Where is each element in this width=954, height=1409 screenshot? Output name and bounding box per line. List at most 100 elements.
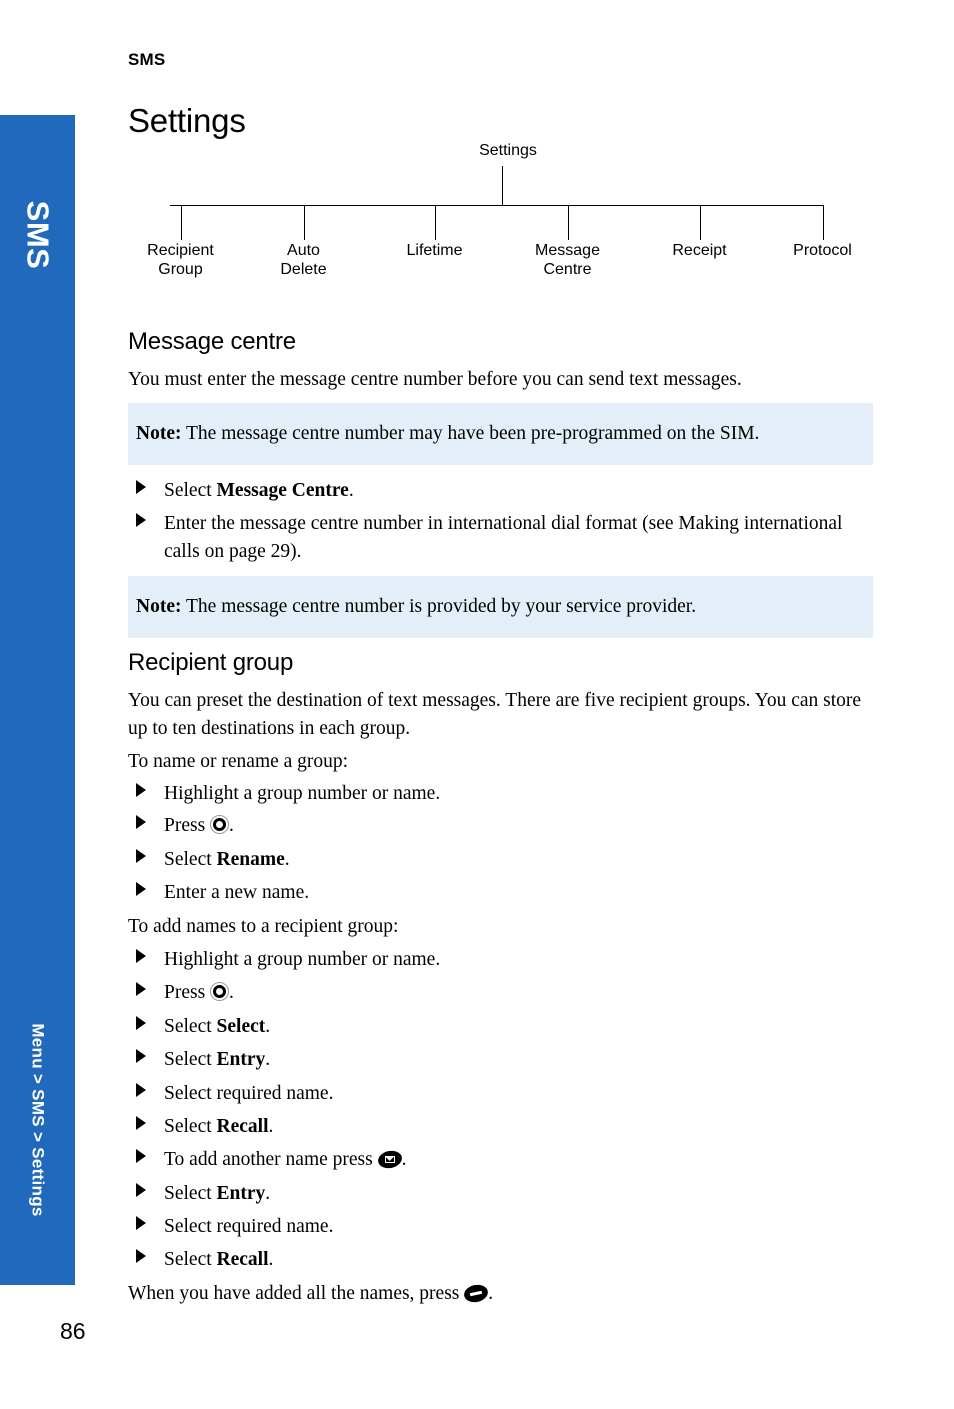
chapter-tab-label-wrap: SMS (0, 145, 75, 325)
tree-leaf-label-line2: Delete (280, 261, 327, 278)
tree-leaf-label-line1: Protocol (793, 242, 852, 259)
step-text-bold: Recall (216, 1116, 269, 1137)
note-label: Note: (136, 423, 182, 444)
step-text-pre: Select required name. (164, 1216, 334, 1237)
message-centre-intro-paragraph: You must enter the message centre number… (128, 369, 742, 390)
tree-leaf-label-line1: Recipient (147, 242, 214, 259)
tree-leaf-label: Message Centre (535, 241, 600, 279)
page-number: 86 (60, 1318, 86, 1344)
page-title: Settings (128, 102, 246, 139)
closing-paragraph: When you have added all the names, press… (128, 1280, 876, 1308)
step-text-post: . (268, 1116, 274, 1137)
step-text-pre: Select (164, 849, 217, 870)
step-text-bold: Recall (216, 1249, 269, 1270)
tree-root-label: Settings (479, 142, 537, 159)
tree-drop-line (180, 205, 182, 240)
envelope-key-icon (376, 1148, 404, 1171)
step-add-another-name: To add another name press . (128, 1146, 876, 1174)
step-text-pre: Press (164, 815, 211, 836)
bullet-arrow-icon (136, 882, 146, 896)
step-select-recall-2: Select Recall. (128, 1246, 876, 1274)
step-text-pre: Select (164, 1049, 217, 1070)
step-text-pre: Select (164, 1116, 217, 1137)
bullet-arrow-icon (136, 849, 146, 863)
step-enter-new-name: Enter a new name. (128, 879, 876, 907)
bullet-arrow-icon (136, 1083, 146, 1097)
bullet-arrow-icon (136, 1049, 146, 1063)
tree-leaf-label-line2: Centre (543, 261, 592, 278)
nav-key-icon (210, 815, 230, 834)
nav-key-icon (210, 982, 230, 1001)
bullet-arrow-icon (136, 1149, 146, 1163)
chapter-side-tab: SMS Menu > SMS > Settings (0, 115, 75, 1285)
step-select-entry-2: Select Entry. (128, 1180, 876, 1208)
bullet-arrow-icon (136, 783, 146, 797)
tree-drop-line (699, 205, 701, 240)
note-text: The message centre number is provided by… (181, 596, 697, 617)
tree-leaf-label-line1: Auto (287, 242, 320, 259)
settings-menu-tree-diagram: Settings Recipient Group Auto Delete Lif… (128, 142, 888, 292)
bullet-arrow-icon (136, 1016, 146, 1030)
bullet-arrow-icon (136, 949, 146, 963)
step-text-pre: Select (164, 1016, 217, 1037)
tree-leaf-label-line2: Group (158, 261, 203, 278)
step-text-bold: Rename (216, 849, 285, 870)
step-press-nav-key-2: Press . (128, 979, 876, 1007)
step-select-message-centre: Select Message Centre. (128, 477, 876, 505)
tree-leaf-label: Recipient Group (147, 241, 214, 279)
tree-leaf-label: Lifetime (406, 241, 462, 260)
tree-leaf-label-line1: Receipt (672, 242, 727, 259)
step-text-post: . (401, 1149, 407, 1170)
step-text-post: . (229, 815, 234, 836)
step-text-pre: Select required name. (164, 1083, 334, 1104)
bullet-arrow-icon (136, 1116, 146, 1130)
step-text-post: . (229, 982, 234, 1003)
closing-text-pre: When you have added all the names, press (128, 1283, 465, 1304)
tree-leaf-label: Protocol (793, 241, 852, 260)
step-text-post: . (265, 1016, 271, 1037)
step-select-required-name-2: Select required name. (128, 1213, 876, 1241)
bullet-arrow-icon (136, 1183, 146, 1197)
step-text-bold: Select (216, 1016, 266, 1037)
step-text-bold: Entry (216, 1183, 266, 1204)
tree-stem (502, 166, 503, 206)
tree-leaf-label: Auto Delete (280, 241, 326, 279)
step-select-select: Select Select. (128, 1013, 876, 1041)
bullet-arrow-icon (136, 815, 146, 829)
tree-leaf-label-line1: Lifetime (406, 242, 463, 259)
step-text-post: . (284, 849, 290, 870)
tree-horizontal-connector (170, 205, 823, 206)
step-text-post: . (265, 1183, 271, 1204)
step-text-pre: Highlight a group number or name. (164, 949, 441, 970)
step-press-nav-key-1: Press . (128, 812, 876, 840)
step-text-post: . (265, 1049, 271, 1070)
bullet-arrow-icon (136, 480, 146, 494)
step-text-pre: Select (164, 1183, 217, 1204)
bullet-arrow-icon (136, 513, 146, 527)
section-heading-message-centre: Message centre (128, 328, 296, 355)
step-text-pre: Select (164, 1249, 217, 1270)
bullet-arrow-icon (136, 982, 146, 996)
step-text-pre: To add another name press (164, 1149, 378, 1170)
note-box-sim-preprogrammed: Note: The message centre number may have… (128, 403, 873, 465)
breadcrumb: Menu > SMS > Settings (28, 1023, 48, 1217)
step-highlight-group-2: Highlight a group number or name. (128, 946, 876, 974)
step-text-pre: Enter a new name. (164, 882, 310, 903)
step-highlight-group-1: Highlight a group number or name. (128, 780, 876, 808)
end-key-icon (462, 1282, 490, 1305)
section-heading-recipient-group: Recipient group (128, 649, 294, 676)
note-box-service-provider: Note: The message centre number is provi… (128, 576, 873, 638)
tree-leaf-label-line1: Message (535, 242, 600, 259)
note-label: Note: (136, 596, 182, 617)
running-head: SMS (128, 50, 166, 69)
step-select-recall-1: Select Recall. (128, 1113, 876, 1141)
step-text-post: . (348, 480, 354, 501)
lead-in-name-or-rename: To name or rename a group: (128, 751, 349, 772)
bullet-arrow-icon (136, 1249, 146, 1263)
chapter-tab-label: SMS (20, 200, 56, 270)
tree-drop-line (822, 205, 824, 240)
step-text-bold: Message Centre (216, 480, 349, 501)
tree-drop-line (303, 205, 305, 240)
step-select-required-name-1: Select required name. (128, 1080, 876, 1108)
breadcrumb-wrap: Menu > SMS > Settings (0, 955, 75, 1285)
